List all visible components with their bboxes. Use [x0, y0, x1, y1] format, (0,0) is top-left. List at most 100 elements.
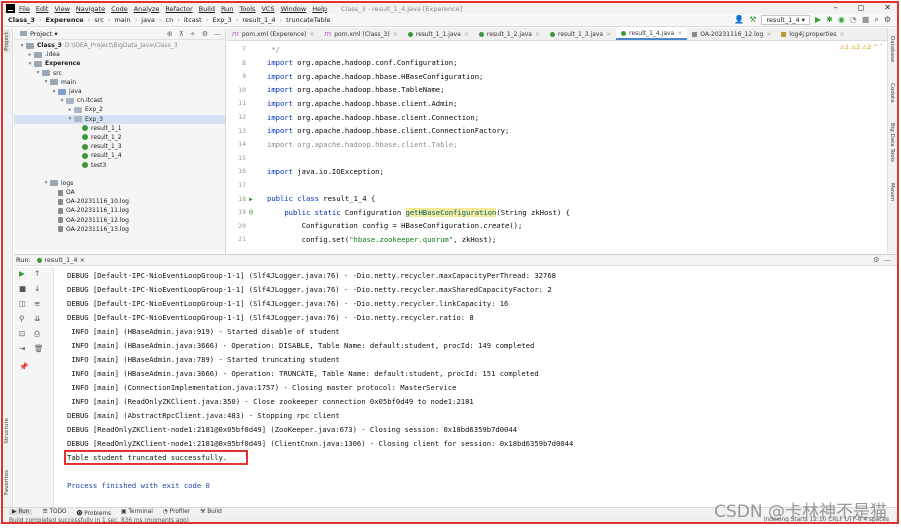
- menu-code[interactable]: Code: [111, 5, 128, 13]
- tree-item[interactable]: result_1_1: [14, 124, 225, 133]
- chevron-right-icon[interactable]: ▸: [66, 107, 74, 113]
- editor-tab[interactable]: log4j.properties ×: [776, 28, 849, 40]
- editor-tab[interactable]: result_1_4.java ×: [616, 28, 688, 40]
- close-tab-icon[interactable]: ×: [606, 31, 611, 38]
- hide-icon[interactable]: —: [884, 256, 891, 264]
- project-tool-tab[interactable]: Project: [4, 30, 10, 53]
- menu-run[interactable]: Run: [221, 5, 233, 13]
- restore-layout-icon[interactable]: ⊡: [19, 329, 25, 338]
- run-icon[interactable]: ▶: [815, 15, 821, 25]
- run-tool-tab[interactable]: ▶ Run: [9, 509, 33, 515]
- menu-analyze[interactable]: Analyze: [134, 5, 160, 13]
- tree-item[interactable]: result_1_2: [14, 133, 225, 142]
- console-output[interactable]: DEBUG [Default-IPC-NioEventLoopGroup-1-1…: [55, 268, 897, 510]
- stop-icon[interactable]: ■: [19, 284, 26, 293]
- clear-icon[interactable]: 🗑: [34, 344, 44, 353]
- hide-icon[interactable]: —: [214, 30, 221, 38]
- tree-item[interactable]: OA-20231116_11.log: [14, 206, 225, 215]
- breadcrumb-class3[interactable]: Class_3: [6, 16, 37, 24]
- coverage-icon[interactable]: ◉: [838, 15, 845, 25]
- maximize-icon[interactable]: ◻: [858, 3, 865, 12]
- close-tab-icon[interactable]: ×: [535, 31, 540, 38]
- stop-icon[interactable]: ■: [862, 15, 870, 25]
- menu-vcs[interactable]: VCS: [261, 5, 274, 13]
- collapse-icon[interactable]: ⊼: [179, 30, 184, 38]
- exit-icon[interactable]: ⇥: [19, 344, 25, 353]
- editor-tab[interactable]: result_1_1.java ×: [403, 28, 474, 40]
- tree-item[interactable]: test3: [14, 160, 225, 169]
- run-configuration-select[interactable]: result_1_4 ▾: [761, 15, 810, 25]
- tree-item[interactable]: ▾ logs: [14, 179, 225, 188]
- breadcrumb-main[interactable]: main: [112, 16, 132, 24]
- big-data-tools-tab[interactable]: Big Data Tools: [889, 123, 895, 162]
- chevron-down-icon[interactable]: ▾: [34, 70, 42, 76]
- hammer-icon[interactable]: ⚒: [749, 15, 756, 25]
- close-tab-icon[interactable]: ×: [464, 31, 469, 38]
- build-tool-tab[interactable]: ⚒ Build: [200, 509, 222, 515]
- maven-tool-tab[interactable]: Maven: [889, 183, 895, 201]
- menu-refactor[interactable]: Refactor: [165, 5, 192, 13]
- run-gutter-icon[interactable]: ▶: [249, 195, 267, 203]
- editor-tab[interactable]: result_1_3.java ×: [545, 28, 616, 40]
- annotation-gutter-icon[interactable]: @: [249, 208, 267, 216]
- gear-icon[interactable]: ⚙: [202, 30, 208, 38]
- close-tab-icon[interactable]: ×: [677, 30, 682, 37]
- breadcrumb-src[interactable]: src: [92, 16, 106, 24]
- breadcrumb-truncate-table[interactable]: truncateTable: [284, 16, 332, 24]
- menu-edit[interactable]: Edit: [36, 5, 49, 13]
- tree-item[interactable]: ▾ Class_3 D:\IDEA_Project\BigData_Java\Cla…: [14, 41, 225, 50]
- tree-item[interactable]: ▸ .idea: [14, 50, 225, 59]
- gear-icon[interactable]: ⚙: [873, 256, 879, 264]
- editor-tab[interactable]: m pom.xml (Experence) ×: [227, 28, 319, 40]
- close-icon[interactable]: ✕: [884, 3, 891, 12]
- soft-wrap-icon[interactable]: ≡: [34, 299, 40, 308]
- chevron-down-icon[interactable]: ▾: [58, 98, 66, 104]
- close-tab-icon[interactable]: ×: [393, 31, 398, 38]
- tree-item[interactable]: ▾ Experence: [14, 59, 225, 68]
- scroll-up-icon[interactable]: ↑: [34, 269, 40, 278]
- code-area[interactable]: ⚠1 ⚠2 ⚠2 ^ ˅ 7 */8 import org.apache.hado…: [227, 41, 887, 253]
- minimize-icon[interactable]: –: [834, 3, 838, 12]
- tree-item[interactable]: OA: [14, 188, 225, 197]
- breadcrumb-result14[interactable]: result_1_4: [240, 16, 277, 24]
- chevron-right-icon[interactable]: ▸: [26, 52, 34, 58]
- tree-item[interactable]: result_1_3: [14, 142, 225, 151]
- tree-item[interactable]: OA-20231116_10.log: [14, 197, 225, 206]
- tree-item[interactable]: [14, 170, 225, 179]
- terminal-tool-tab[interactable]: ▣ Terminal: [121, 509, 153, 515]
- scroll-to-end-icon[interactable]: ⇊: [34, 314, 40, 323]
- print-icon[interactable]: ⎙: [34, 329, 40, 339]
- menu-help[interactable]: Help: [312, 5, 327, 13]
- editor-tab[interactable]: m pom.xml (Class_3) ×: [319, 28, 402, 40]
- locate-icon[interactable]: ⊕: [167, 30, 173, 38]
- structure-tool-tab[interactable]: Structure: [4, 416, 10, 446]
- search-icon[interactable]: ⌕: [874, 15, 878, 25]
- database-tool-tab[interactable]: Database: [889, 36, 895, 62]
- chevron-down-icon[interactable]: ▾: [26, 61, 34, 67]
- tree-item[interactable]: result_1_4: [14, 151, 225, 160]
- chevron-down-icon[interactable]: ▾: [42, 180, 50, 186]
- tree-item[interactable]: ▾ cn.itcast: [14, 96, 225, 105]
- tree-item[interactable]: ▾ Exp_3: [14, 114, 225, 124]
- expand-icon[interactable]: ÷: [190, 30, 196, 38]
- favorites-tool-tab[interactable]: Favorites: [4, 468, 10, 497]
- codota-tool-tab[interactable]: Codota: [889, 83, 895, 103]
- scroll-down-icon[interactable]: ↓: [34, 284, 40, 293]
- breadcrumb-itcast[interactable]: itcast: [182, 16, 204, 24]
- tree-item[interactable]: ▾ src: [14, 69, 225, 78]
- breadcrumb-exp3[interactable]: Exp_3: [210, 16, 233, 24]
- menu-build[interactable]: Build: [199, 5, 215, 13]
- close-tab-icon[interactable]: ×: [839, 31, 844, 38]
- debug-icon[interactable]: ✱: [826, 15, 833, 25]
- status-message[interactable]: Build completed successfully in 1 sec, 8…: [9, 518, 189, 522]
- menu-view[interactable]: View: [54, 5, 69, 13]
- menu-window[interactable]: Window: [281, 5, 307, 13]
- profiler-tool-tab[interactable]: ◔ Profiler: [163, 509, 190, 515]
- menu-file[interactable]: File: [19, 5, 30, 13]
- close-tab-icon[interactable]: ×: [309, 31, 314, 38]
- settings-icon[interactable]: ⚙: [884, 15, 891, 25]
- breadcrumb-experence[interactable]: Experence: [44, 16, 86, 24]
- tree-item[interactable]: OA-20231116_13.log: [14, 225, 225, 234]
- tree-item[interactable]: ▾ main: [14, 78, 225, 87]
- editor-tab[interactable]: result_1_2.java ×: [474, 28, 545, 40]
